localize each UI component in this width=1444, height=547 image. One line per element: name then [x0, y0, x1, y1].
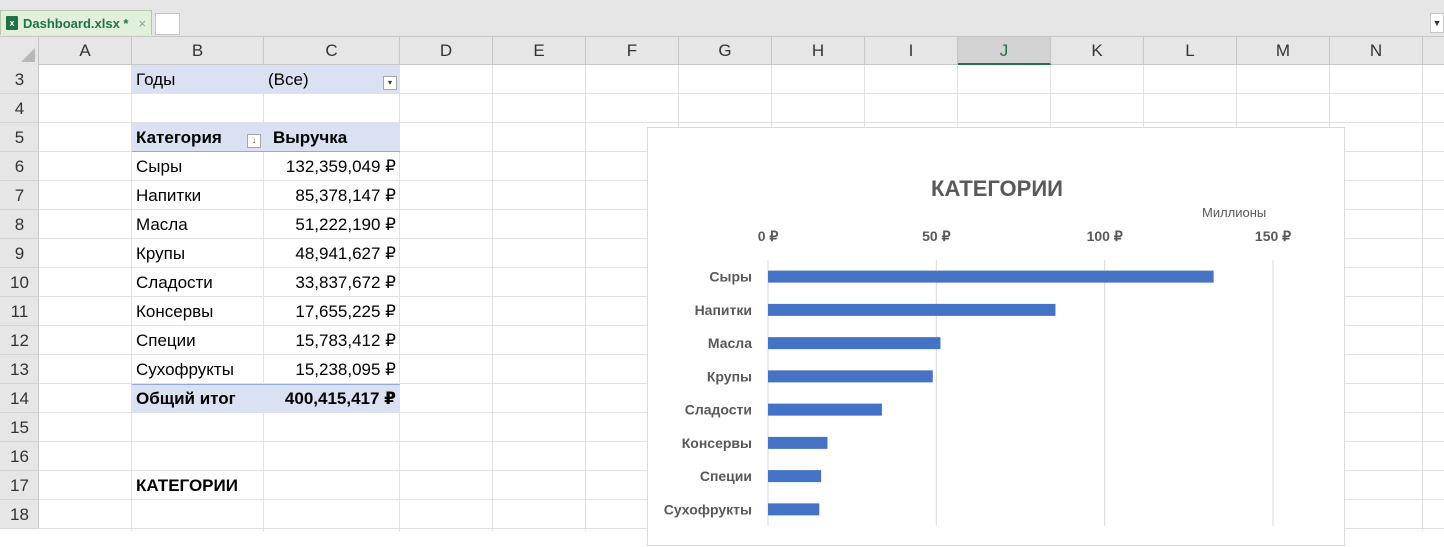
file-tab[interactable]: x Dashboard.xlsx * ×: [0, 10, 152, 35]
pivot-header-revenue: Выручка: [273, 128, 348, 147]
chart-bar: [768, 303, 1056, 316]
select-all-button[interactable]: [0, 37, 39, 65]
pivot-category-cell[interactable]: Сладости: [132, 268, 264, 297]
chart-tick-label: 100 ₽: [1087, 228, 1123, 244]
chart-bar: [768, 337, 941, 350]
column-header-n[interactable]: N: [1330, 37, 1423, 65]
chart-bar: [768, 270, 1214, 283]
chart-bar: [768, 470, 822, 483]
column-header-c[interactable]: C: [264, 37, 400, 65]
chart-tick-label: 0 ₽: [758, 228, 779, 244]
column-header-m[interactable]: M: [1237, 37, 1330, 65]
pivot-revenue-cell[interactable]: 132,359,049 ₽: [264, 152, 400, 181]
column-header-k[interactable]: K: [1051, 37, 1144, 65]
chart-tick-label: 50 ₽: [922, 228, 950, 244]
pivot-revenue-cell[interactable]: 17,655,225 ₽: [264, 297, 400, 326]
row-headers: 3 4 5 6 7 8 9 10 11 12 13 14 15 16 17 18: [0, 65, 39, 529]
row-header-7[interactable]: 7: [0, 181, 39, 210]
pivot-revenue-cell[interactable]: 48,941,627 ₽: [264, 239, 400, 268]
chart-category-label: Крупы: [707, 368, 752, 384]
pivot-category-cell[interactable]: Специи: [132, 326, 264, 355]
pivot-header-category: Категория: [136, 128, 222, 147]
pivot-revenue-cell[interactable]: 33,837,672 ₽: [264, 268, 400, 297]
chart-category-label: Масла: [708, 335, 752, 351]
column-header-e[interactable]: E: [493, 37, 586, 65]
row-header-9[interactable]: 9: [0, 239, 39, 268]
row-header-18[interactable]: 18: [0, 500, 39, 529]
column-header-g[interactable]: G: [679, 37, 772, 65]
chart-bar: [768, 503, 820, 516]
row-header-5[interactable]: 5: [0, 123, 39, 152]
chart-bar: [768, 436, 828, 449]
row-header-11[interactable]: 11: [0, 297, 39, 326]
workbook-tab-bar: x Dashboard.xlsx * × ▼: [0, 0, 1444, 37]
column-header-a[interactable]: A: [39, 37, 132, 65]
pivot-category-cell[interactable]: Сыры: [132, 152, 264, 181]
chart-category-label: Сыры: [709, 269, 752, 285]
new-tab-button[interactable]: [155, 13, 180, 35]
category-bar-chart[interactable]: КАТЕГОРИИ Миллионы 0 ₽50 ₽100 ₽150 ₽ Сыры…: [647, 127, 1345, 546]
file-tab-name: Dashboard.xlsx *: [23, 15, 129, 31]
chart-category-label: Специи: [700, 468, 752, 484]
pivot-category-cell[interactable]: Масла: [132, 210, 264, 239]
pivot-revenue-cell[interactable]: 51,222,190 ₽: [264, 210, 400, 239]
close-icon[interactable]: ×: [139, 16, 147, 31]
gridline-vertical: [492, 65, 493, 531]
row-header-12[interactable]: 12: [0, 326, 39, 355]
row-header-6[interactable]: 6: [0, 152, 39, 181]
column-headers: ABCDEFGHIJKLMN: [0, 37, 1444, 65]
chart-category-label: Консервы: [682, 435, 752, 451]
row-header-8[interactable]: 8: [0, 210, 39, 239]
pivot-filter-value[interactable]: (Все): [264, 65, 400, 94]
chart-category-label: Сухофрукты: [664, 501, 752, 517]
chart-category-label: Сладости: [685, 402, 752, 418]
chart-plot: 0 ₽ 50 ₽ 100 ₽ 150 ₽ Сыры Напитки Масла Крупы Сл…: [664, 228, 1291, 526]
gridline-vertical: [1422, 65, 1423, 531]
column-header-i[interactable]: I: [865, 37, 958, 65]
row-header-13[interactable]: 13: [0, 355, 39, 384]
pivot-revenue-cell[interactable]: 15,783,412 ₽: [264, 326, 400, 355]
select-all-triangle-icon: [21, 48, 35, 62]
pivot-category-cell[interactable]: Крупы: [132, 239, 264, 268]
row-header-14[interactable]: 14: [0, 384, 39, 413]
gridline-vertical: [585, 65, 586, 531]
chevron-down-icon[interactable]: ▼: [1430, 13, 1444, 33]
excel-file-icon: x: [6, 16, 18, 30]
row-header-15[interactable]: 15: [0, 413, 39, 442]
column-header-j[interactable]: J: [958, 37, 1051, 65]
row-header-10[interactable]: 10: [0, 268, 39, 297]
column-header-f[interactable]: F: [586, 37, 679, 65]
filter-dropdown-icon[interactable]: ▾: [383, 76, 397, 90]
row-header-4[interactable]: 4: [0, 94, 39, 123]
column-header-l[interactable]: L: [1144, 37, 1237, 65]
chart-bar: [768, 403, 882, 416]
worksheet[interactable]: ABCDEFGHIJKLMN 3 4 5 6 7 8 9 10 11 12 13 14 15 16 17 18…: [0, 37, 1444, 546]
pivot-category-cell[interactable]: Сухофрукты: [132, 355, 264, 384]
row-header-17[interactable]: 17: [0, 471, 39, 500]
pivot-category-cell[interactable]: Напитки: [132, 181, 264, 210]
column-header-h[interactable]: H: [772, 37, 865, 65]
chart-category-label: Напитки: [695, 302, 752, 318]
section-label: КАТЕГОРИИ: [136, 476, 238, 495]
chart-tick-label: 150 ₽: [1255, 228, 1291, 244]
pivot-total-label: Общий итог: [136, 389, 236, 408]
sort-filter-icon[interactable]: ↓: [247, 134, 261, 148]
row-header-16[interactable]: 16: [0, 442, 39, 471]
row-header-3[interactable]: 3: [0, 65, 39, 94]
pivot-revenue-cell[interactable]: 15,238,095 ₽: [264, 355, 400, 384]
pivot-revenue-cell[interactable]: 85,378,147 ₽: [264, 181, 400, 210]
pivot-filter-label: Годы: [136, 70, 176, 89]
column-header-b[interactable]: B: [132, 37, 264, 65]
chart-bar: [768, 370, 933, 383]
column-header-d[interactable]: D: [400, 37, 493, 65]
pivot-total-value: 400,415,417 ₽: [284, 389, 396, 408]
pivot-category-cell[interactable]: Консервы: [132, 297, 264, 326]
